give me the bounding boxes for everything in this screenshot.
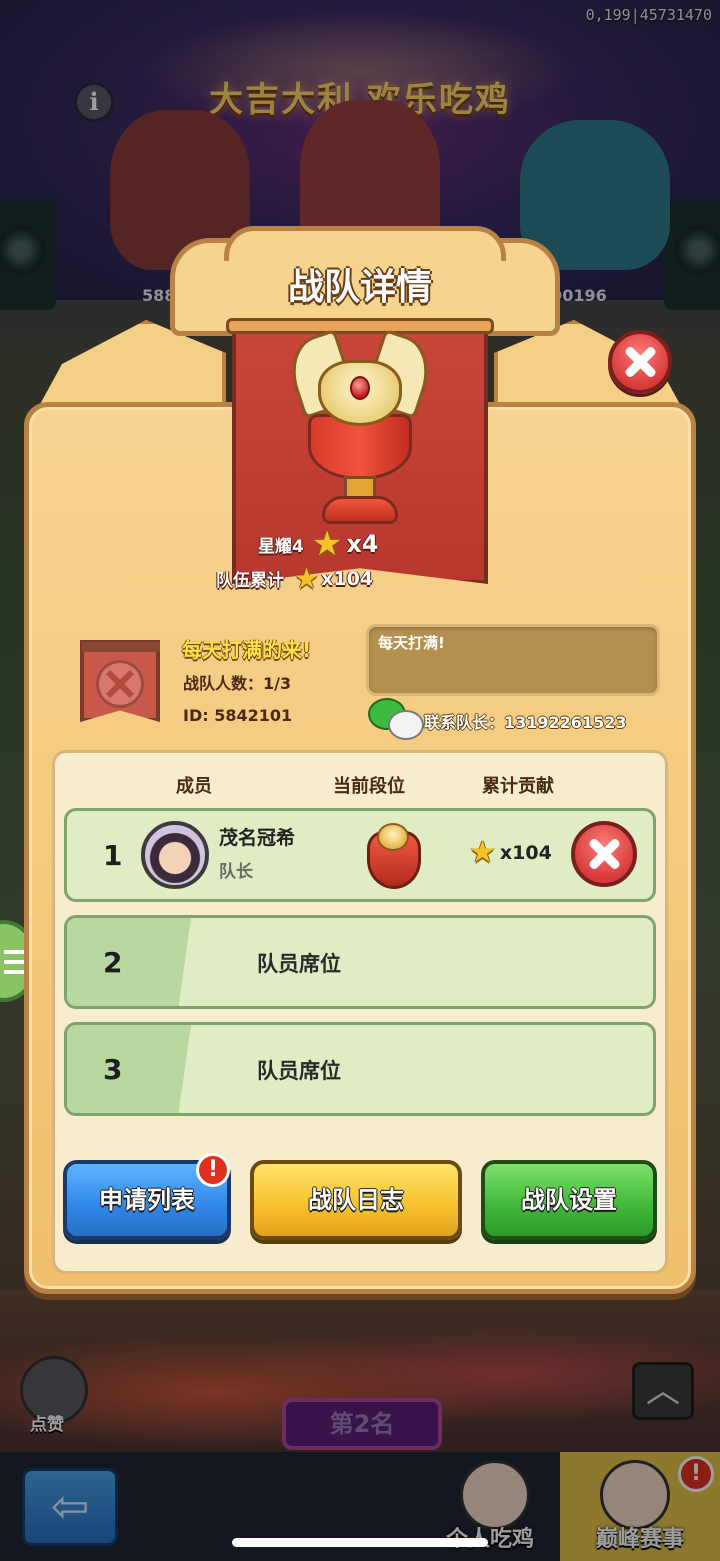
home-indicator[interactable]: [232, 1538, 488, 1547]
remove-member-button[interactable]: [571, 821, 637, 887]
member-contribution-value: x104: [499, 841, 552, 864]
close-button[interactable]: [608, 330, 672, 394]
row-number: 1: [103, 839, 123, 872]
team-log-button[interactable]: 战队日志: [250, 1160, 462, 1240]
crossed-swords-icon: [96, 660, 144, 708]
avatar[interactable]: [141, 821, 209, 889]
team-name: 每天打满的来!: [182, 638, 312, 662]
team-total-label: 队伍累计: [216, 571, 284, 591]
team-total-line: 队伍累计 x104: [216, 562, 373, 595]
column-header-member: 成员: [176, 776, 212, 797]
team-rank-title: 星耀4: [258, 536, 304, 557]
column-header-rank: 当前段位: [333, 776, 405, 797]
team-member-count: 战队人数：1/3: [183, 674, 292, 693]
member-row-empty[interactable]: 2 队员席位: [64, 915, 656, 1009]
star-icon: [294, 562, 319, 595]
close-icon: [587, 837, 621, 871]
team-id: ID: 5842101: [183, 706, 293, 725]
star-icon: [312, 524, 342, 564]
empty-seat-label: 队员席位: [257, 952, 341, 976]
team-rank-line: 星耀4 x4: [258, 524, 379, 564]
member-contribution: x104: [469, 835, 552, 870]
team-rank-stars: x4: [346, 530, 379, 558]
empty-seat-label: 队员席位: [257, 1059, 341, 1083]
member-row-captain[interactable]: 1 茂名冠希 队长 x104: [64, 808, 656, 902]
column-header-contribution: 累计贡献: [482, 776, 554, 797]
member-row-empty[interactable]: 3 队员席位: [64, 1022, 656, 1116]
row-number: 3: [103, 1053, 123, 1086]
member-role: 队长: [219, 862, 253, 882]
rank-badge-icon: [359, 821, 423, 889]
star-icon: [469, 835, 496, 870]
team-settings-button[interactable]: 战队设置: [481, 1160, 657, 1240]
dragon-trophy-icon: [274, 329, 446, 530]
wechat-icon: [368, 696, 424, 740]
row-number: 2: [103, 946, 123, 979]
team-notice-text: 每天打满!: [378, 634, 445, 652]
team-flag-icon: [80, 640, 160, 722]
dialog-title: 战队详情: [287, 267, 432, 308]
captain-contact: 联系队长：13192261523: [424, 713, 627, 732]
team-total-stars: x104: [321, 567, 374, 590]
close-icon: [623, 345, 657, 379]
alert-badge: !: [196, 1153, 230, 1187]
member-name: 茂名冠希: [219, 827, 296, 849]
